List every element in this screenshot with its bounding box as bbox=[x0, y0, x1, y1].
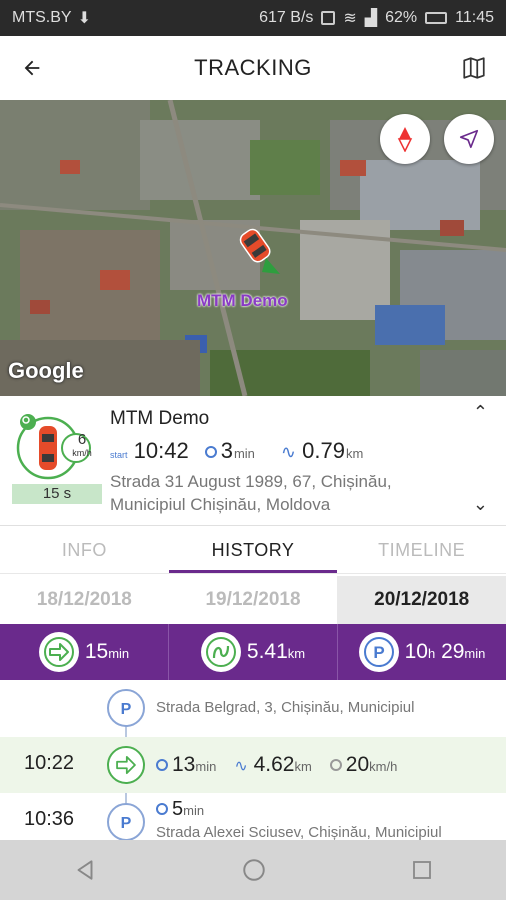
battery-level: 62% bbox=[385, 9, 418, 26]
distance-value: 5.41 bbox=[246, 640, 288, 663]
drive-time-unit: min bbox=[108, 646, 130, 661]
signal-icon: ▟ bbox=[364, 10, 378, 27]
parking-start-time: 10:36 bbox=[24, 808, 75, 830]
parking-address: Strada Alexei Sciusev, Chișinău, Municip… bbox=[156, 824, 442, 840]
date-selector: 18/12/2018 19/12/2018 20/12/2018 bbox=[0, 576, 506, 624]
vehicle-address: Strada 31 August 1989, 67, Chișinău, Mun… bbox=[110, 470, 460, 516]
map-vehicle-label: MTM Demo bbox=[197, 291, 288, 310]
date-option-selected[interactable]: 20/12/2018 bbox=[337, 576, 506, 624]
parking-duration: 5 bbox=[172, 798, 184, 820]
trip-distance: 4.62 bbox=[253, 753, 295, 776]
nav-back-icon[interactable] bbox=[72, 857, 98, 883]
parking-minutes: 29 bbox=[441, 640, 465, 663]
drive-icon bbox=[107, 746, 145, 784]
update-timer: 15 s bbox=[12, 484, 102, 504]
trip-duration: 3 bbox=[220, 438, 233, 463]
compass-button[interactable] bbox=[380, 114, 430, 164]
clock-text: 11:45 bbox=[455, 9, 494, 26]
clock-icon bbox=[156, 803, 168, 815]
app-bar: TRACKING bbox=[0, 36, 506, 100]
page-title: TRACKING bbox=[194, 55, 312, 80]
back-arrow-icon bbox=[24, 60, 40, 76]
trip-distance-unit: km bbox=[294, 759, 312, 774]
drive-time-value: 15 bbox=[84, 640, 109, 663]
collapse-up-icon[interactable]: ⌃ bbox=[473, 402, 488, 423]
svg-text:P: P bbox=[121, 815, 132, 832]
route-icon: ∿ bbox=[234, 758, 248, 775]
tab-info[interactable]: INFO bbox=[0, 526, 169, 573]
wifi-icon: ≋ bbox=[343, 10, 357, 27]
carrier-text: MTS.BY bbox=[12, 9, 72, 26]
parking-address: Strada Belgrad, 3, Chișinău, Municipiul bbox=[156, 699, 415, 716]
clock-icon bbox=[156, 759, 168, 771]
car-marker[interactable] bbox=[236, 226, 286, 276]
list-item-parking[interactable]: P Strada Belgrad, 3, Chișinău, Municipiu… bbox=[0, 680, 506, 736]
list-item-parking[interactable]: 10:36 P 5min Strada Alexei Sciusev, Chiș… bbox=[0, 794, 506, 840]
trip-duration-unit: min bbox=[233, 446, 255, 461]
parking-icon: P bbox=[107, 689, 145, 727]
network-speed: 617 B/s bbox=[259, 9, 314, 26]
trip-duration-unit: min bbox=[195, 759, 217, 774]
trip-distance: 0.79 bbox=[302, 438, 345, 463]
trip-stats: 13min ∿ 4.62km 20km/h bbox=[156, 753, 397, 777]
compass-icon bbox=[397, 127, 413, 152]
tab-timeline[interactable]: TIMELINE bbox=[337, 526, 506, 573]
history-summary: 15min 5.41km P 10h 29min bbox=[0, 624, 506, 680]
speed-badge: 6 km/h bbox=[66, 431, 98, 459]
navigation-icon bbox=[459, 129, 479, 149]
summary-drive-time: 15min bbox=[0, 624, 169, 680]
vibrate-icon bbox=[321, 11, 336, 25]
date-option[interactable]: 19/12/2018 bbox=[169, 576, 338, 624]
map-view[interactable]: MTM Demo Google bbox=[0, 100, 506, 396]
address-line-2: Municipiul Chișinău, Moldova bbox=[110, 495, 331, 514]
vehicle-speed: 6 bbox=[77, 431, 87, 448]
start-tag: start bbox=[110, 450, 128, 460]
trip-speed: 20 bbox=[345, 753, 370, 776]
start-time: 10:42 bbox=[133, 438, 189, 463]
back-button[interactable] bbox=[0, 36, 64, 100]
tab-bar: INFO HISTORY TIMELINE bbox=[0, 526, 506, 574]
map-view-button[interactable] bbox=[442, 36, 506, 100]
tab-history[interactable]: HISTORY bbox=[168, 526, 338, 573]
route-icon bbox=[200, 632, 241, 672]
vehicle-card[interactable]: 6 km/h 15 s MTM Demo start 10:42 3min ∿ … bbox=[0, 396, 506, 526]
vehicle-stats: start 10:42 3min ∿ 0.79km bbox=[110, 438, 363, 464]
list-item-trip[interactable]: 10:22 13min ∿ 4.62km 20km/h bbox=[0, 737, 506, 793]
parking-icon: P bbox=[358, 632, 399, 672]
nav-home-icon[interactable] bbox=[241, 857, 267, 883]
speed-icon bbox=[329, 759, 342, 771]
vehicle-name: MTM Demo bbox=[110, 408, 210, 429]
status-bar: MTS.BY ⬇ 617 B/s ≋ ▟ 62% 11:45 bbox=[0, 0, 506, 36]
trip-speed-unit: km/h bbox=[369, 759, 398, 774]
parking-minutes-unit: min bbox=[464, 646, 486, 661]
map-icon bbox=[463, 57, 485, 79]
history-list[interactable]: P Strada Belgrad, 3, Chișinău, Municipiu… bbox=[0, 680, 506, 840]
trip-duration: 13 bbox=[172, 753, 196, 776]
svg-text:P: P bbox=[121, 701, 132, 718]
expand-down-icon[interactable]: ⌄ bbox=[473, 494, 488, 515]
drive-icon bbox=[38, 632, 79, 672]
summary-distance: 5.41km bbox=[169, 624, 338, 680]
system-nav-bar bbox=[0, 840, 506, 900]
google-logo: Google bbox=[8, 358, 84, 383]
distance-unit: km bbox=[287, 646, 306, 661]
navigate-button[interactable] bbox=[444, 114, 494, 164]
date-option[interactable]: 18/12/2018 bbox=[0, 576, 169, 624]
parking-duration-wrap: 5min bbox=[156, 798, 204, 821]
vehicle-speed-unit: km/h bbox=[72, 448, 92, 458]
parking-hours: 10 bbox=[404, 640, 428, 663]
nav-recents-icon[interactable] bbox=[410, 858, 434, 882]
trip-distance-unit: km bbox=[345, 446, 364, 461]
parking-icon: P bbox=[107, 803, 145, 840]
clock-icon bbox=[204, 446, 217, 458]
svg-text:P: P bbox=[373, 643, 384, 662]
parking-duration-unit: min bbox=[183, 803, 205, 818]
battery-icon bbox=[425, 12, 448, 24]
address-line-1: Strada 31 August 1989, 67, Chișinău, bbox=[110, 472, 392, 491]
route-icon: ∿ bbox=[280, 442, 296, 462]
download-icon: ⬇ bbox=[77, 10, 91, 27]
parking-hours-unit: h bbox=[427, 646, 436, 661]
summary-parking-time: P 10h 29min bbox=[338, 624, 506, 680]
trip-start-time: 10:22 bbox=[24, 752, 75, 774]
